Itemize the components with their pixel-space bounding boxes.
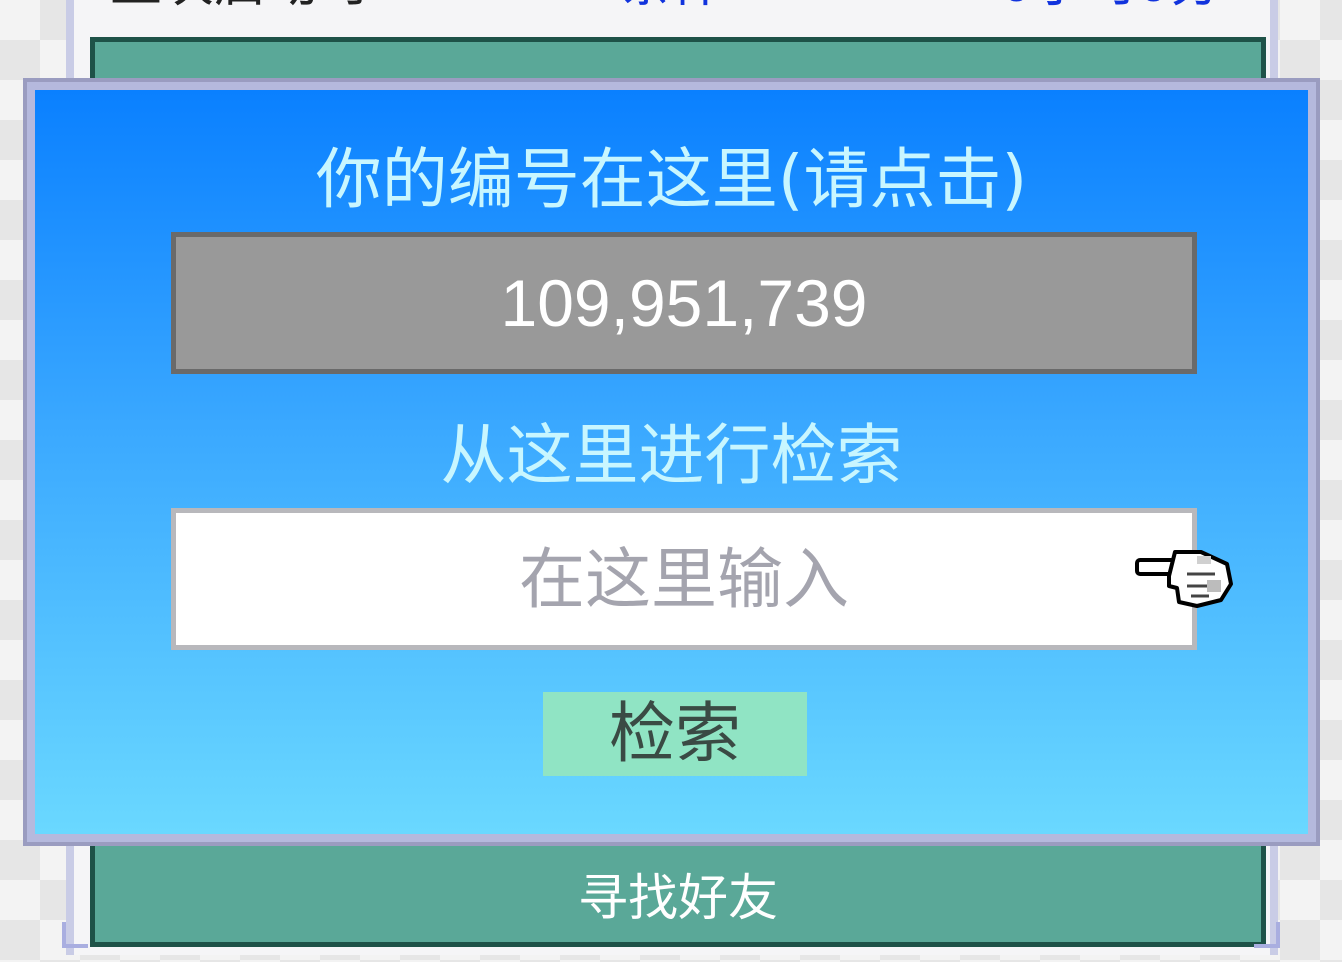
pointing-hand-icon bbox=[1135, 550, 1233, 608]
search-input[interactable] bbox=[171, 508, 1197, 650]
last-launch-label: 上次启动时 bbox=[110, 0, 370, 14]
conditions-link[interactable]: 条件 bbox=[620, 0, 724, 14]
panel-corner-bottom-right bbox=[1254, 922, 1280, 948]
player-id-heading: 你的编号在这里(请点击) bbox=[315, 141, 1028, 218]
last-launch-value: 0小时0分 bbox=[1000, 0, 1222, 14]
player-id-box[interactable]: 109,951,739 bbox=[171, 232, 1197, 374]
panel-corner-bottom-left bbox=[62, 922, 88, 948]
friend-search-dialog: 你的编号在这里(请点击) 109,951,739 从这里进行检索 检索 bbox=[23, 78, 1320, 846]
search-button[interactable]: 检索 bbox=[543, 692, 807, 776]
search-heading: 从这里进行检索 bbox=[440, 417, 903, 494]
find-friend-button[interactable]: 寻找好友 bbox=[95, 868, 1261, 928]
dialog-body: 你的编号在这里(请点击) 109,951,739 从这里进行检索 检索 bbox=[35, 90, 1308, 834]
last-launch-row: 上次启动时 条件 0小时0分 bbox=[74, 0, 1270, 34]
